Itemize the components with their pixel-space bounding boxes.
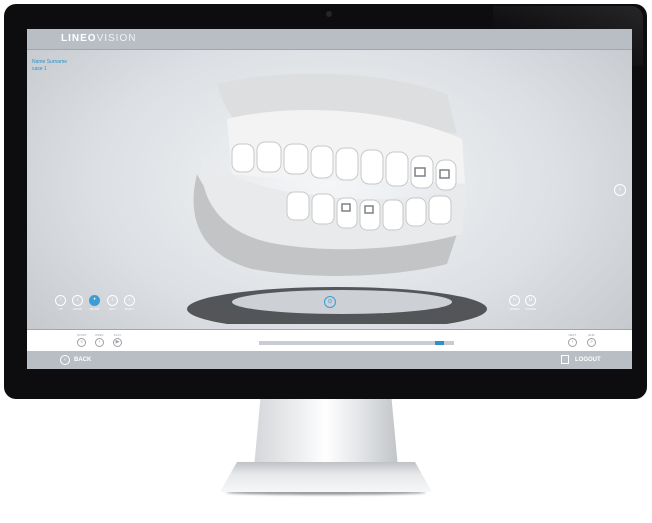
logout-icon	[561, 355, 569, 364]
next-button[interactable]: NEXT ›	[568, 333, 577, 347]
bottom-bar: ‹ BACK LOGOUT	[27, 351, 632, 369]
monitor-stand-base	[220, 462, 432, 492]
progress-track[interactable]	[259, 341, 454, 345]
back-label: BACK	[74, 357, 92, 363]
top-bar: LINEOVISION	[27, 29, 632, 50]
play-button[interactable]: PLAY ▶	[113, 333, 122, 347]
back-button[interactable]: ‹ BACK	[60, 355, 91, 365]
view-left-control[interactable]: ‹ LEFT	[107, 295, 118, 311]
patient-info: Name Surname case 1	[32, 59, 67, 73]
reset-view-icon: ⊙	[327, 299, 333, 305]
skip-start-icon: «	[77, 338, 87, 347]
view-right-control[interactable]: › RIGHT	[124, 295, 135, 311]
progress-fill	[259, 341, 436, 345]
dental-model-3d[interactable]	[157, 64, 487, 324]
arrow-down-icon: ↓	[72, 295, 83, 306]
app-logo: LINEOVISION	[61, 33, 137, 44]
previous-button[interactable]: PREV ‹	[95, 333, 104, 347]
chevron-right-icon: ›	[618, 186, 622, 193]
reset-view-button[interactable]: ⊙	[324, 296, 336, 308]
progress-handle[interactable]	[435, 341, 445, 345]
lower-jaw-control[interactable]: ∪ LOWER	[525, 295, 536, 311]
left-view-icon: ‹	[107, 295, 118, 306]
view-up-control[interactable]: ↑ UP	[55, 295, 66, 311]
timeline-bar: START « PREV ‹ PLAY ▶ NEXT › END »	[27, 329, 632, 352]
app-screen: LINEOVISION Name Surname case 1 › ↑ UP ↓…	[27, 29, 632, 369]
next-panel-button[interactable]: ›	[614, 184, 626, 196]
patient-name: Name Surname	[32, 59, 68, 65]
monitor-stand-neck	[253, 399, 399, 469]
upper-jaw-icon: ∩	[509, 295, 520, 306]
front-view-icon: •	[89, 295, 100, 306]
patient-case: case 1	[32, 66, 47, 72]
arrow-left-icon: ‹	[60, 355, 70, 365]
monitor-bezel: LINEOVISION Name Surname case 1 › ↑ UP ↓…	[4, 4, 647, 399]
logout-label: LOGOUT	[575, 356, 601, 363]
upper-jaw-control[interactable]: ∩ UPPER	[509, 295, 520, 311]
skip-end-icon: »	[587, 338, 596, 347]
view-front-control[interactable]: • FRONT	[89, 295, 100, 311]
next-icon: ›	[568, 338, 577, 347]
play-icon: ▶	[113, 338, 122, 347]
previous-icon: ‹	[95, 338, 104, 347]
view-down-control[interactable]: ↓ DOWN	[72, 295, 83, 311]
lower-jaw-icon: ∪	[525, 295, 536, 306]
skip-start-button[interactable]: START «	[77, 333, 87, 347]
right-view-icon: ›	[124, 295, 135, 306]
logout-button[interactable]: LOGOUT	[561, 355, 601, 364]
webcam	[326, 11, 332, 17]
arrow-up-icon: ↑	[55, 295, 66, 306]
skip-end-button[interactable]: END »	[587, 333, 596, 347]
